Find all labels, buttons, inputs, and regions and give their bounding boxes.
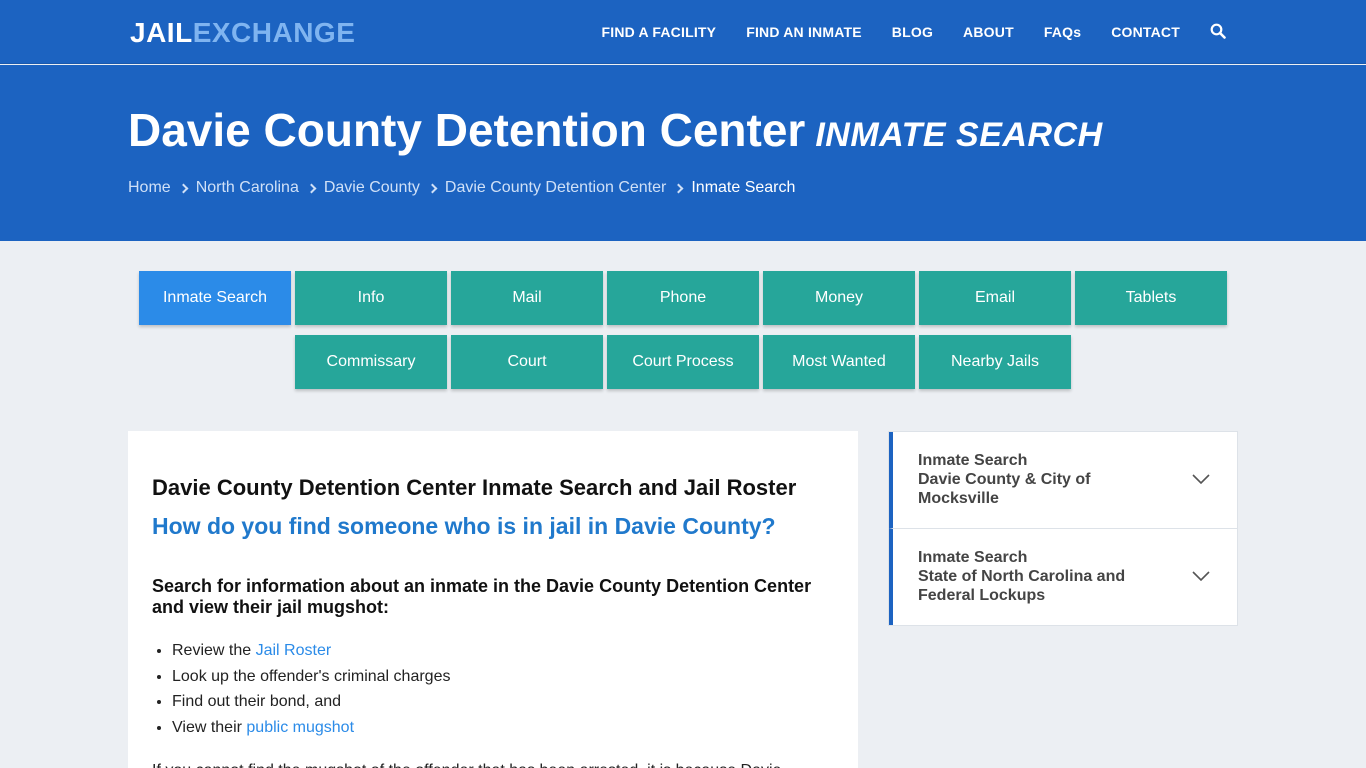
- list-item-text: Find out their bond, and: [172, 693, 342, 710]
- breadcrumb-state[interactable]: North Carolina: [196, 179, 299, 197]
- content-heading: Davie County Detention Center Inmate Sea…: [152, 475, 797, 500]
- tab-court-process[interactable]: Court Process: [607, 335, 759, 389]
- tab-info[interactable]: Info: [295, 271, 447, 325]
- chevron-down-icon: [1192, 571, 1210, 581]
- list-item: Review the Jail Roster: [172, 638, 834, 664]
- tab-row-2: Commissary Court Court Process Most Want…: [0, 335, 1366, 389]
- chevron-right-icon: [673, 183, 684, 193]
- sidebar-accordion: Inmate Search Davie County & City of Moc…: [888, 431, 1238, 626]
- tab-commissary[interactable]: Commissary: [295, 335, 447, 389]
- accordion-item-county[interactable]: Inmate Search Davie County & City of Moc…: [889, 432, 1237, 528]
- search-icon: [1210, 23, 1226, 39]
- breadcrumb-home[interactable]: Home: [128, 179, 171, 197]
- breadcrumb: Home North Carolina Davie County Davie C…: [128, 179, 795, 197]
- content-question: How do you find someone who is in jail i…: [152, 513, 776, 539]
- logo-text-jail: JAIL: [130, 17, 193, 48]
- search-button[interactable]: [1210, 23, 1226, 42]
- chevron-right-icon: [178, 183, 189, 193]
- nav-about[interactable]: ABOUT: [963, 24, 1014, 40]
- list-item: Find out their bond, and: [172, 689, 834, 715]
- accordion-item-state[interactable]: Inmate Search State of North Carolina an…: [889, 528, 1237, 625]
- tab-money[interactable]: Money: [763, 271, 915, 325]
- content-bullet-list: Review the Jail Roster Look up the offen…: [152, 638, 834, 740]
- nav-contact[interactable]: CONTACT: [1111, 24, 1180, 40]
- tab-court[interactable]: Court: [451, 335, 603, 389]
- tab-mail[interactable]: Mail: [451, 271, 603, 325]
- top-nav-bar: JAILEXCHANGE FIND A FACILITY FIND AN INM…: [0, 0, 1366, 64]
- nav-blog[interactable]: BLOG: [892, 24, 933, 40]
- breadcrumb-county[interactable]: Davie County: [324, 179, 420, 197]
- tab-most-wanted[interactable]: Most Wanted: [763, 335, 915, 389]
- tab-nearby-jails[interactable]: Nearby Jails: [919, 335, 1071, 389]
- chevron-right-icon: [427, 183, 438, 193]
- nav-find-facility[interactable]: FIND A FACILITY: [601, 24, 716, 40]
- main-nav: FIND A FACILITY FIND AN INMATE BLOG ABOU…: [601, 0, 1226, 64]
- content-intro: Search for information about an inmate i…: [152, 576, 812, 617]
- hero-banner: Davie County Detention Center INMATE SEAR…: [0, 65, 1366, 241]
- page-title-main: Davie County Detention Center: [128, 104, 806, 156]
- logo-text-exchange: EXCHANGE: [192, 17, 356, 48]
- chevron-right-icon: [306, 183, 317, 193]
- public-mugshot-link[interactable]: public mugshot: [246, 719, 354, 736]
- page-title-subtitle: INMATE SEARCH: [815, 116, 1103, 154]
- list-item: View their public mugshot: [172, 715, 834, 741]
- list-item-text: View their: [172, 718, 247, 736]
- main-content-card: Davie County Detention Center Inmate Sea…: [128, 431, 858, 768]
- tab-row-1: Inmate Search Info Mail Phone Money Emai…: [0, 271, 1366, 325]
- list-item-text: Look up the offender's criminal charges: [172, 667, 451, 685]
- jail-roster-link[interactable]: Jail Roster: [256, 642, 332, 659]
- nav-faqs[interactable]: FAQs: [1044, 24, 1081, 40]
- list-item-text: Review the: [172, 642, 256, 659]
- tab-phone[interactable]: Phone: [607, 271, 759, 325]
- breadcrumb-current: Inmate Search: [691, 179, 796, 196]
- accordion-subtitle: State of North Carolina and Federal Lock…: [918, 568, 1126, 604]
- site-logo[interactable]: JAILEXCHANGE: [130, 17, 355, 49]
- chevron-down-icon: [1192, 474, 1210, 484]
- tab-tablets[interactable]: Tablets: [1075, 271, 1227, 325]
- breadcrumb-facility[interactable]: Davie County Detention Center: [445, 179, 666, 197]
- accordion-subtitle: Davie County & City of Mocksville: [918, 471, 1091, 507]
- tab-email[interactable]: Email: [919, 271, 1071, 325]
- page-title: Davie County Detention Center INMATE SEAR…: [128, 103, 1103, 157]
- tab-inmate-search[interactable]: Inmate Search: [139, 271, 291, 325]
- nav-find-inmate[interactable]: FIND AN INMATE: [746, 24, 862, 40]
- content-paragraph: If you cannot find the mugshot of the of…: [152, 760, 834, 768]
- accordion-title: Inmate Search: [918, 452, 1028, 469]
- facility-tabs: Inmate Search Info Mail Phone Money Emai…: [0, 271, 1366, 399]
- accordion-title: Inmate Search: [918, 549, 1028, 566]
- list-item: Look up the offender's criminal charges: [172, 664, 834, 690]
